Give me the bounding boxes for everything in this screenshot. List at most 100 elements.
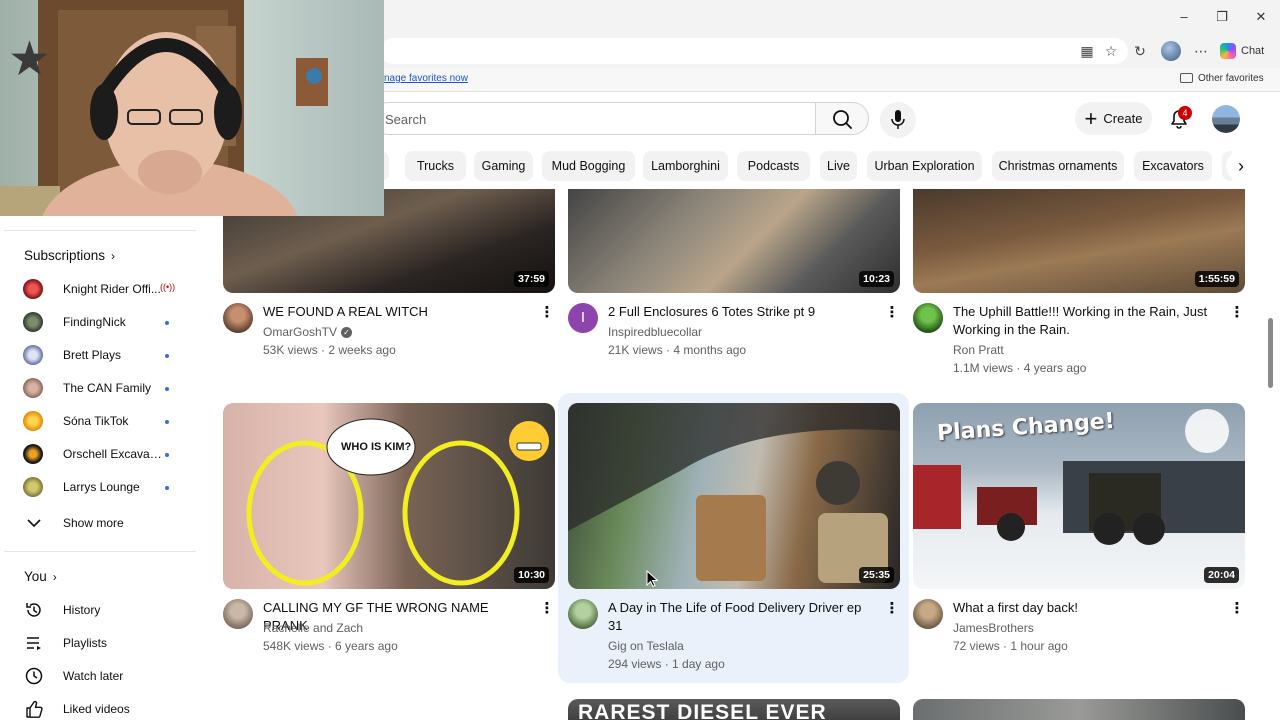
channel-name[interactable]: Rachelle and Zach bbox=[263, 621, 363, 635]
restore-icon[interactable]: ❐ bbox=[1208, 6, 1236, 28]
more-actions-icon[interactable]: ⋮ bbox=[1229, 599, 1245, 619]
sidebar-sub-brett-plays[interactable]: Brett Plays bbox=[0, 339, 200, 372]
avatar bbox=[23, 411, 43, 431]
video-thumbnail[interactable] bbox=[913, 699, 1245, 720]
page-scrollbar[interactable] bbox=[1266, 96, 1276, 720]
manage-favorites-link[interactable]: nage favorites now bbox=[384, 73, 468, 84]
new-content-dot bbox=[165, 453, 169, 457]
you-heading[interactable]: You › bbox=[24, 569, 57, 584]
channel-avatar[interactable] bbox=[913, 599, 943, 629]
video-duration: 37:59 bbox=[514, 271, 549, 287]
channel-name[interactable]: JamesBrothers bbox=[953, 621, 1034, 635]
channel-name[interactable]: Inspiredbluecollar bbox=[608, 325, 702, 339]
chips-next-button[interactable]: › bbox=[1226, 151, 1256, 181]
video-thumbnail[interactable]: WHO IS KIM? 10:30 bbox=[223, 403, 555, 589]
chip-lamborghini[interactable]: Lamborghini bbox=[643, 151, 728, 181]
sidebar-item-label: Playlists bbox=[63, 636, 108, 650]
sidebar-sub-can-family[interactable]: The CAN Family bbox=[0, 372, 200, 405]
video-title[interactable]: WE FOUND A REAL WITCH bbox=[263, 303, 533, 321]
sidebar-sub-larrys-lounge[interactable]: Larrys Lounge bbox=[0, 471, 200, 504]
close-icon[interactable]: ✕ bbox=[1247, 6, 1275, 28]
video-title[interactable]: A Day in The Life of Food Delivery Drive… bbox=[608, 599, 878, 635]
sidebar-item-liked-videos[interactable]: Liked videos bbox=[0, 692, 200, 725]
account-avatar[interactable] bbox=[1212, 105, 1240, 133]
channel-avatar[interactable] bbox=[223, 303, 253, 333]
sidebar-item-watch-later[interactable]: Watch later bbox=[0, 659, 200, 692]
channel-avatar[interactable] bbox=[223, 599, 253, 629]
mouse-cursor-icon bbox=[646, 570, 658, 588]
thumbnail-art bbox=[246, 418, 549, 586]
video-meta: 548K views · 6 years ago bbox=[263, 639, 398, 653]
copilot-chat-button[interactable]: Chat bbox=[1220, 41, 1264, 61]
video-duration: 20:04 bbox=[1204, 567, 1239, 583]
channel-name[interactable]: Gig on Teslala bbox=[608, 639, 684, 653]
chip-urban-exploration[interactable]: Urban Exploration bbox=[867, 151, 982, 181]
history-icon bbox=[26, 603, 41, 617]
channel-avatar[interactable] bbox=[568, 599, 598, 629]
scrollbar-thumb[interactable] bbox=[1268, 318, 1273, 388]
new-content-dot bbox=[165, 354, 169, 358]
sidebar-sub-orschell[interactable]: Orschell Excavati... bbox=[0, 438, 200, 471]
video-title[interactable]: 2 Full Enclosures 6 Totes Strike pt 9 bbox=[608, 303, 878, 321]
video-thumbnail[interactable]: RAREST DIESEL EVER bbox=[568, 699, 900, 720]
video-title[interactable]: The Uphill Battle!!! Working in the Rain… bbox=[953, 303, 1223, 339]
video-thumbnail[interactable]: 1:55:59 bbox=[913, 189, 1245, 293]
verified-check-icon: ✓ bbox=[341, 327, 353, 339]
minimize-icon[interactable]: – bbox=[1170, 6, 1198, 28]
more-actions-icon[interactable]: ⋮ bbox=[884, 599, 900, 619]
webcam-feed bbox=[0, 0, 328, 216]
chip-excavators[interactable]: Excavators bbox=[1134, 151, 1212, 181]
sidebar-item-playlists[interactable]: Playlists bbox=[0, 626, 200, 659]
new-content-dot bbox=[165, 420, 169, 424]
star-favorite-icon[interactable]: ☆ bbox=[1102, 42, 1120, 60]
view-count: 1.1M views bbox=[953, 361, 1014, 375]
app-grid-icon[interactable]: ▦ bbox=[1078, 42, 1096, 60]
url-field[interactable] bbox=[380, 38, 1128, 64]
more-actions-icon[interactable]: ⋮ bbox=[539, 599, 555, 619]
upload-age: 4 years ago bbox=[1023, 361, 1087, 375]
chip-mud-bogging[interactable]: Mud Bogging bbox=[542, 151, 635, 181]
sidebar-sub-knight-rider[interactable]: Knight Rider Offi... ((•)) bbox=[0, 273, 200, 306]
history-refresh-icon[interactable]: ↻ bbox=[1131, 42, 1149, 60]
video-thumbnail[interactable]: 10:23 bbox=[568, 189, 900, 293]
chip-trucks[interactable]: Trucks bbox=[405, 151, 466, 181]
chip-podcasts[interactable]: Podcasts bbox=[737, 151, 810, 181]
sidebar-item-history[interactable]: History bbox=[0, 593, 200, 626]
channel-avatar[interactable] bbox=[913, 303, 943, 333]
video-card[interactable] bbox=[913, 699, 1245, 720]
show-more-button[interactable]: Show more bbox=[0, 506, 200, 539]
search-button[interactable] bbox=[815, 102, 869, 135]
more-actions-icon[interactable]: ⋮ bbox=[1229, 303, 1245, 323]
sidebar-sub-findingnick[interactable]: FindingNick bbox=[0, 306, 200, 339]
chip-live[interactable]: Live bbox=[820, 151, 857, 181]
sidebar-item-label: Sóna TikTok bbox=[63, 414, 129, 428]
video-duration: 25:35 bbox=[859, 567, 894, 583]
video-thumbnail[interactable]: Plans Change! 20:04 bbox=[913, 403, 1245, 589]
channel-avatar[interactable]: I bbox=[568, 303, 598, 333]
create-button[interactable]: + Create bbox=[1075, 102, 1152, 135]
video-duration: 1:55:59 bbox=[1194, 271, 1239, 287]
browser-profile-avatar[interactable] bbox=[1161, 41, 1181, 61]
sidebar-sub-sona-tiktok[interactable]: Sóna TikTok bbox=[0, 405, 200, 438]
channel-name[interactable]: Ron Pratt bbox=[953, 343, 1004, 357]
video-card[interactable]: RAREST DIESEL EVER bbox=[568, 699, 900, 720]
channel-name-row[interactable]: OmarGoshTV ✓ bbox=[263, 325, 353, 339]
chip-christmas-ornaments[interactable]: Christmas ornaments bbox=[992, 151, 1124, 181]
video-title[interactable]: What a first day back! bbox=[953, 599, 1223, 617]
voice-search-button[interactable] bbox=[880, 102, 916, 138]
more-options-icon[interactable]: ⋯ bbox=[1192, 42, 1210, 60]
other-favorites-button[interactable]: Other favorites bbox=[1180, 73, 1264, 84]
video-thumbnail[interactable]: 25:35 bbox=[568, 403, 900, 589]
view-count: 72 views bbox=[953, 639, 1000, 653]
more-actions-icon[interactable]: ⋮ bbox=[884, 303, 900, 323]
chevron-right-icon: › bbox=[111, 249, 116, 263]
chip-gaming[interactable]: Gaming bbox=[474, 151, 533, 181]
new-content-dot bbox=[165, 321, 169, 325]
subscriptions-heading[interactable]: Subscriptions › bbox=[24, 248, 115, 263]
avatar bbox=[23, 444, 43, 464]
more-actions-icon[interactable]: ⋮ bbox=[539, 303, 555, 323]
sidebar-item-label: FindingNick bbox=[63, 315, 126, 329]
notification-badge: 4 bbox=[1178, 106, 1192, 120]
search-input[interactable]: Search bbox=[372, 102, 816, 135]
chevron-down-icon bbox=[27, 519, 41, 528]
